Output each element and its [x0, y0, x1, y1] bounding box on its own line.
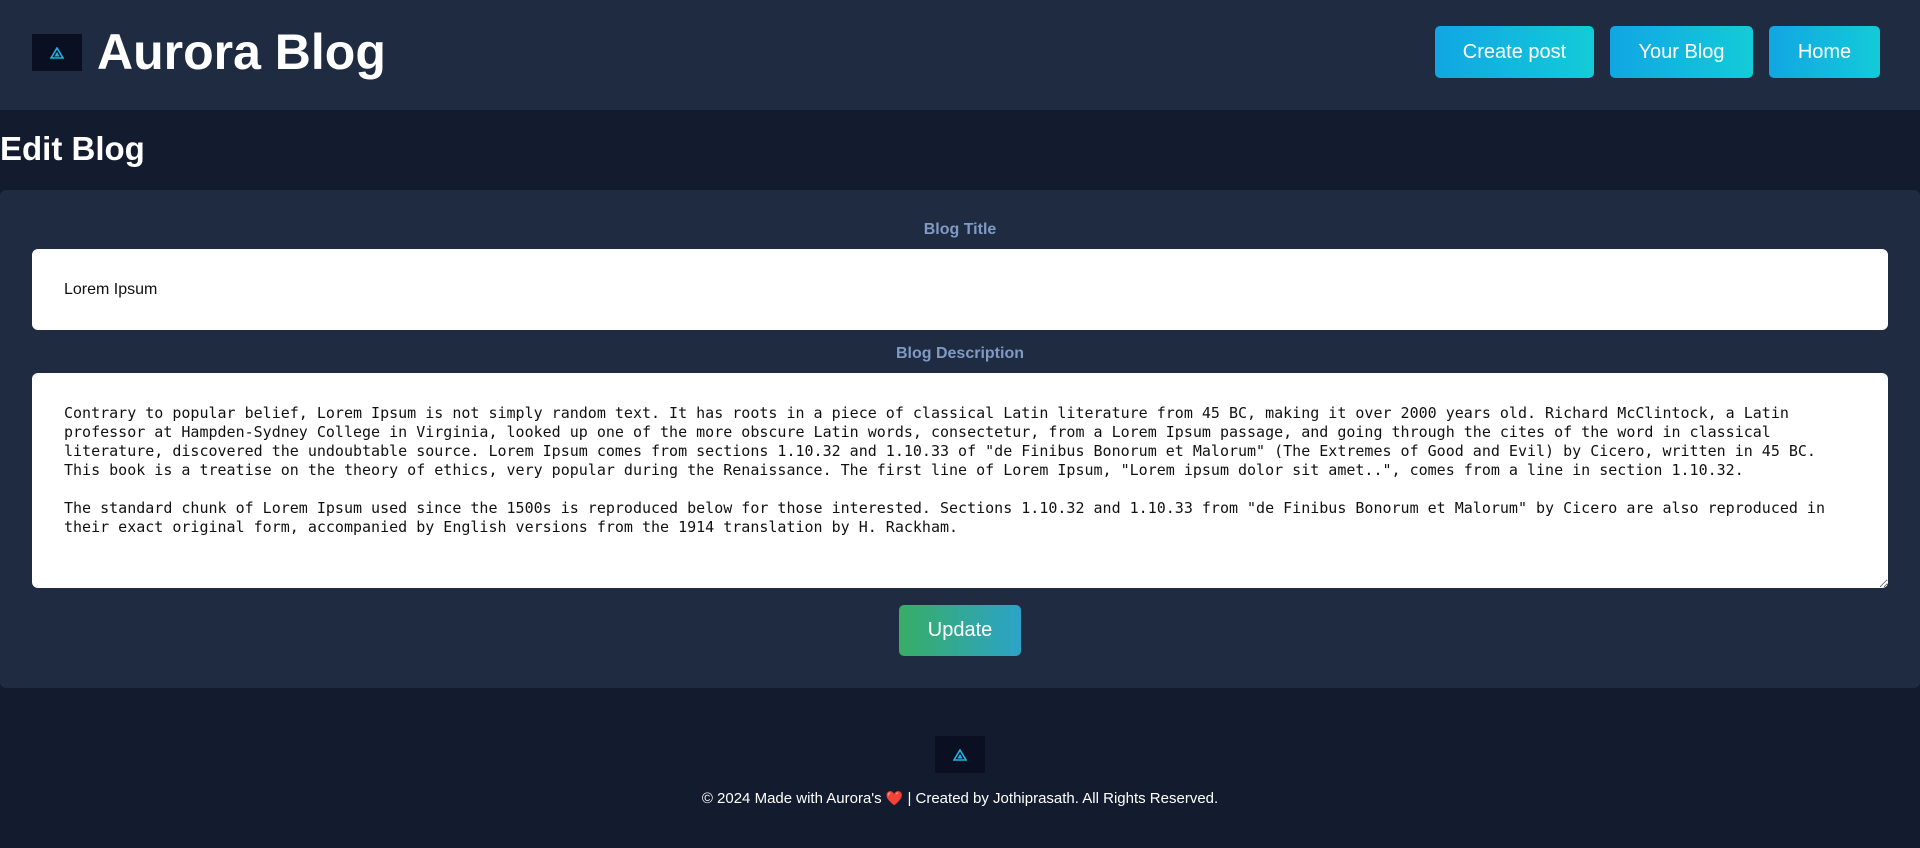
footer-logo-icon — [935, 736, 985, 773]
footer-copyright: © 2024 Made with Aurora's ❤️ | Created b… — [0, 790, 1920, 807]
footer-text-end: | Created by Jothiprasath. All Rights Re… — [907, 790, 1219, 807]
blog-title-input[interactable] — [32, 249, 1888, 330]
footer-text-start: © 2024 Made with Aurora's — [701, 790, 882, 807]
top-navbar: Aurora Blog Create post Your Blog Home — [0, 0, 1920, 110]
home-button[interactable]: Home — [1769, 26, 1880, 78]
update-button[interactable]: Update — [899, 605, 1021, 656]
blog-description-label: Blog Description — [895, 345, 1024, 362]
create-post-button[interactable]: Create post — [1435, 26, 1594, 78]
site-brand-title[interactable]: Aurora Blog — [97, 22, 386, 82]
page-title: Edit Blog — [0, 130, 145, 167]
heart-icon: ❤️ — [885, 790, 904, 806]
aurora-logo-icon[interactable] — [32, 34, 82, 71]
your-blog-button[interactable]: Your Blog — [1610, 26, 1753, 78]
blog-title-label: Blog Title — [923, 221, 997, 238]
blog-description-textarea[interactable]: Contrary to popular belief, Lorem Ipsum … — [32, 373, 1888, 588]
